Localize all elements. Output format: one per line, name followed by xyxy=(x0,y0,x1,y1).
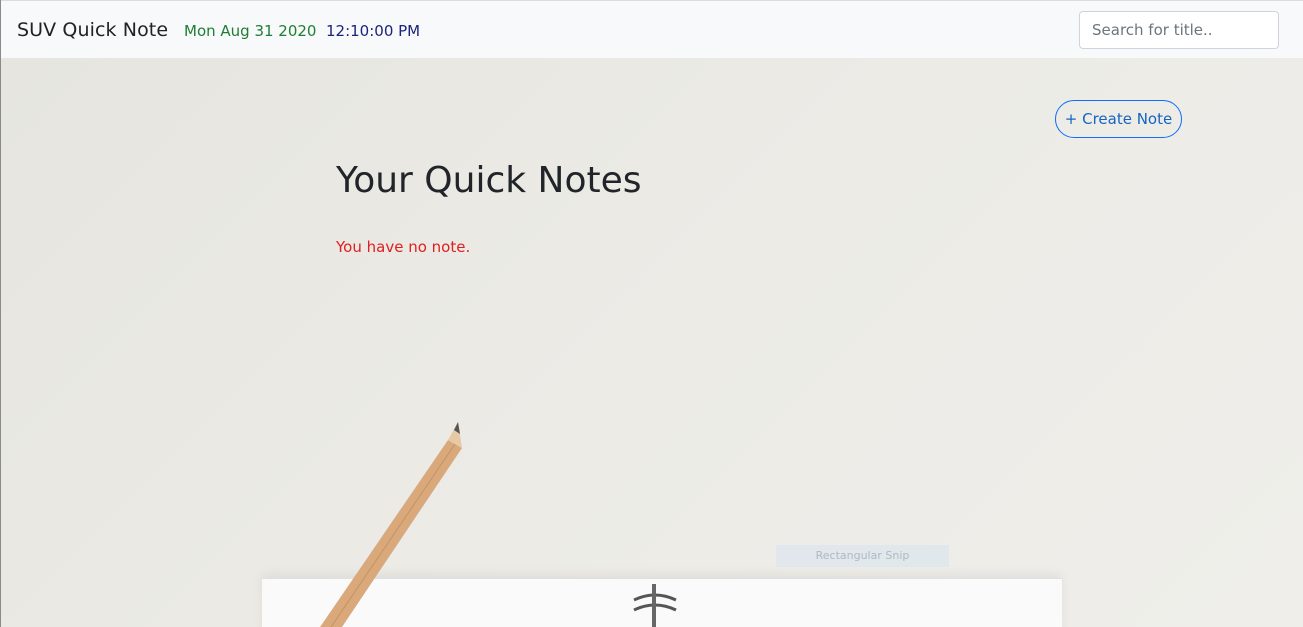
current-time: 12:10:00 PM xyxy=(326,22,421,40)
navbar: SUV Quick Note Mon Aug 31 2020 12:10:00 … xyxy=(1,0,1303,58)
snip-tooltip: Rectangular Snip xyxy=(776,545,949,567)
brand-title[interactable]: SUV Quick Note xyxy=(17,19,168,41)
current-date: Mon Aug 31 2020 xyxy=(184,22,317,40)
notebook-spiral-icon xyxy=(633,584,677,627)
background-image xyxy=(1,58,1303,627)
search-input[interactable] xyxy=(1079,11,1279,49)
empty-notes-message: You have no note. xyxy=(336,238,471,256)
pencil-image xyxy=(320,422,462,627)
create-note-button[interactable]: + Create Note xyxy=(1055,100,1182,138)
page-title: Your Quick Notes xyxy=(336,160,642,201)
